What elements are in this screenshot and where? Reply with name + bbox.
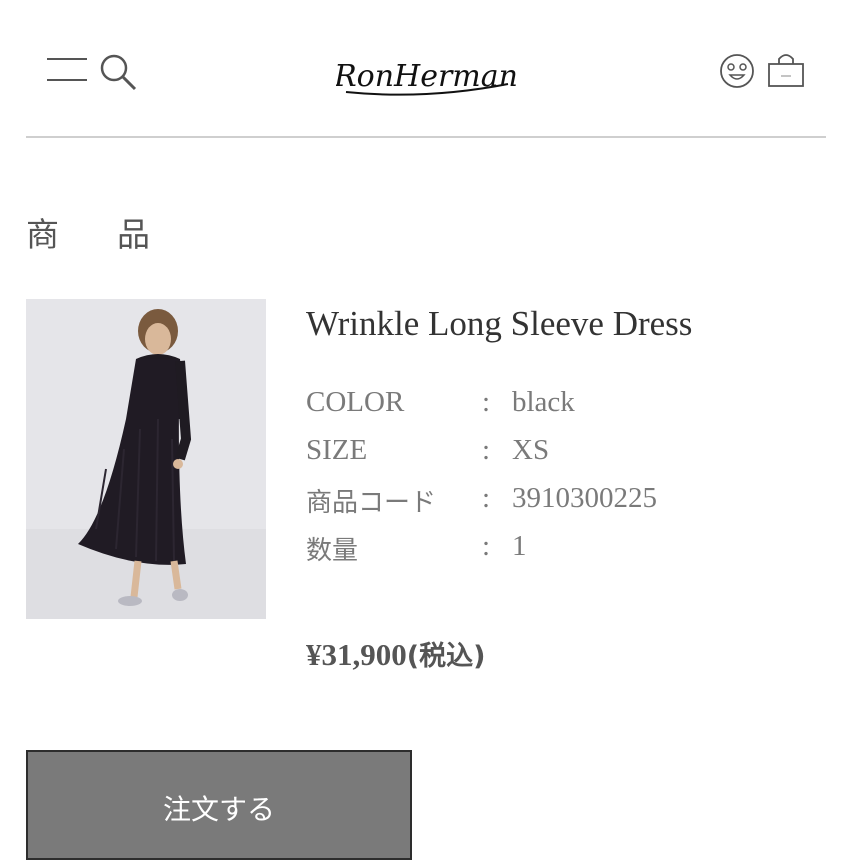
attribute-label: SIZE [306, 434, 368, 466]
header-divider [26, 136, 826, 138]
attribute-separator: : [482, 482, 491, 514]
account-icon[interactable] [718, 52, 756, 90]
product-price: ¥31,900(税込) [306, 634, 485, 673]
attribute-separator: : [482, 530, 491, 562]
order-button-label: 注文する [162, 793, 275, 826]
model-photo [26, 299, 266, 619]
section-heading: 商品 [26, 215, 208, 254]
search-icon[interactable] [98, 52, 138, 92]
attribute-label: COLOR [306, 386, 405, 418]
svg-text:RonHerman: RonHerman [336, 59, 516, 94]
brand-logo[interactable]: RonHerman [336, 40, 516, 102]
order-button[interactable]: 注文する [26, 750, 412, 860]
price-amount: ¥31,900 [306, 637, 407, 672]
attribute-value: 3910300225 [512, 482, 657, 514]
site-header: RonHerman [0, 0, 852, 138]
attribute-separator: : [482, 386, 491, 418]
menu-icon[interactable] [46, 56, 88, 84]
attribute-separator: : [482, 434, 491, 466]
attribute-label: 商品コード [306, 488, 437, 518]
tax-note: (税込) [406, 641, 486, 672]
attribute-value: 1 [512, 530, 527, 562]
product-image[interactable] [26, 299, 266, 619]
attribute-value: XS [512, 434, 550, 466]
attribute-value: black [512, 386, 575, 418]
shopping-bag-icon[interactable] [766, 50, 806, 90]
product-name: Wrinkle Long Sleeve Dress [306, 304, 693, 343]
attribute-label: 数量 [306, 536, 359, 566]
